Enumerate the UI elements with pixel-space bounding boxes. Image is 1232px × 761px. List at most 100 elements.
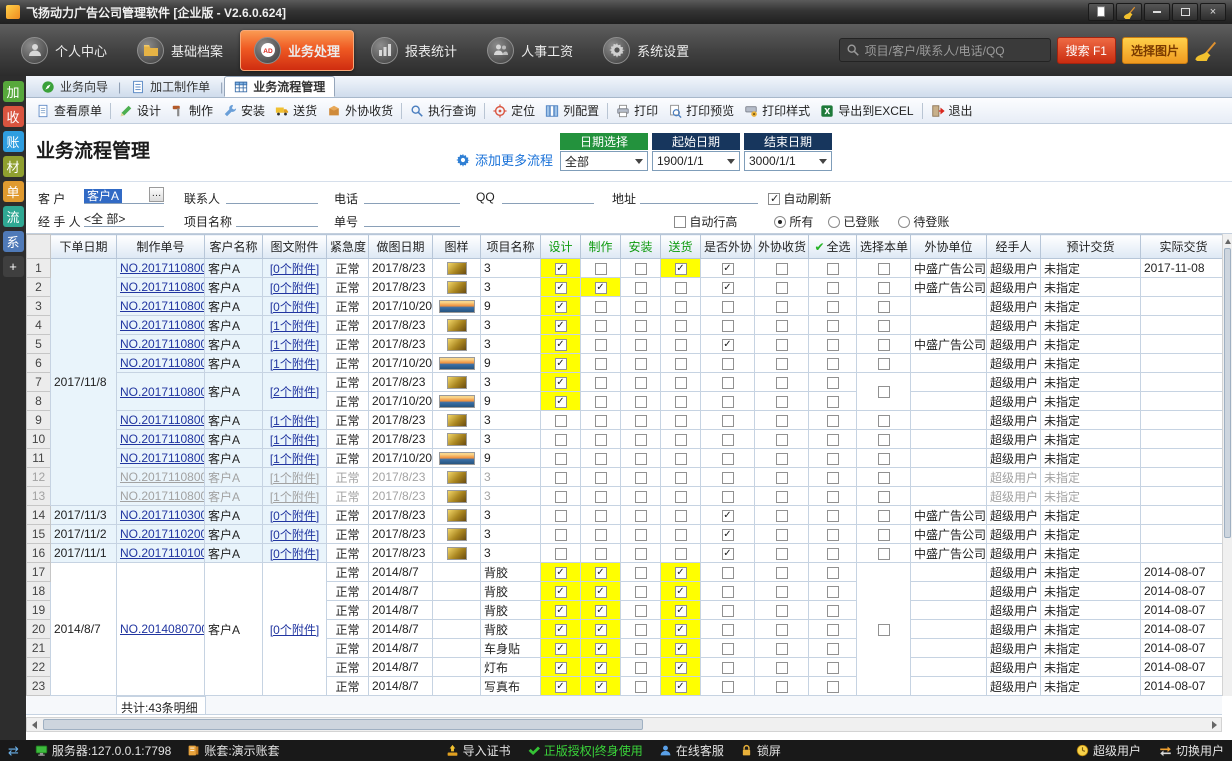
checkbox-deliver[interactable]: [675, 282, 687, 294]
table-row[interactable]: 4NO.201711080009客户A[1个附件]正常2017/8/233✓超级…: [27, 316, 1223, 335]
radio-pending[interactable]: 待登账: [898, 213, 949, 230]
radio-posted-button[interactable]: [828, 216, 840, 228]
order-link[interactable]: NO.201711080004: [120, 432, 205, 446]
checkbox-selone[interactable]: [878, 491, 890, 503]
checkbox-selone[interactable]: [878, 434, 890, 446]
checkbox-install[interactable]: [635, 282, 647, 294]
attachment-link[interactable]: [2个附件]: [270, 385, 319, 399]
toolbar-button-deliver[interactable]: 送货: [270, 100, 322, 121]
checkbox-design[interactable]: ✓: [555, 662, 567, 674]
close-button[interactable]: ×: [1200, 3, 1226, 21]
checkbox-design[interactable]: ✓: [555, 681, 567, 693]
checkbox-deliver[interactable]: [675, 434, 687, 446]
nav-item-system-settings[interactable]: 系统设置: [590, 31, 702, 70]
checkbox-deliver[interactable]: [675, 472, 687, 484]
checkbox-make[interactable]: [595, 529, 607, 541]
checkbox-outrecv[interactable]: [776, 377, 788, 389]
checkbox-design[interactable]: ✓: [555, 396, 567, 408]
col-header-selall[interactable]: ✔全选: [809, 235, 857, 259]
checkbox-make[interactable]: [595, 491, 607, 503]
table-row[interactable]: 12NO.201711080002客户A[1个附件]正常2017/8/233超级…: [27, 468, 1223, 487]
attachment-link[interactable]: [0个附件]: [270, 547, 319, 561]
checkbox-selall[interactable]: [827, 586, 839, 598]
checkbox-install[interactable]: [635, 586, 647, 598]
lock-screen-button[interactable]: 锁屏: [740, 742, 781, 759]
checkbox-deliver[interactable]: [675, 415, 687, 427]
checkbox-outsrc[interactable]: [722, 320, 734, 332]
checkbox-outrecv[interactable]: [776, 681, 788, 693]
col-header-install[interactable]: 安装: [621, 235, 661, 259]
checkbox-deliver[interactable]: ✓: [675, 586, 687, 598]
checkbox-selall[interactable]: [827, 434, 839, 446]
checkbox-design[interactable]: ✓: [555, 282, 567, 294]
add-flow-link[interactable]: 添加更多流程: [456, 150, 553, 169]
checkbox-outsrc[interactable]: [722, 567, 734, 579]
checkbox-design[interactable]: ✓: [555, 605, 567, 617]
checkbox-install[interactable]: [635, 358, 647, 370]
checkbox-selall[interactable]: [827, 643, 839, 655]
checkbox-selone[interactable]: [878, 548, 890, 560]
checkbox-install[interactable]: [635, 301, 647, 313]
checkbox-make[interactable]: [595, 434, 607, 446]
col-header-handler[interactable]: 经手人: [987, 235, 1041, 259]
checkbox-outsrc[interactable]: [722, 586, 734, 598]
checkbox-selone[interactable]: [878, 263, 890, 275]
checkbox-make[interactable]: [595, 510, 607, 522]
checkbox-design[interactable]: ✓: [555, 320, 567, 332]
table-row[interactable]: 12017/11/8NO.201711080012客户A[0个附件]正常2017…: [27, 259, 1223, 278]
attachment-link[interactable]: [1个附件]: [270, 357, 319, 371]
checkbox-outrecv[interactable]: [776, 510, 788, 522]
attachment-link[interactable]: [1个附件]: [270, 433, 319, 447]
checkbox-deliver[interactable]: [675, 320, 687, 332]
checkbox-install[interactable]: [635, 320, 647, 332]
sidebar-item-add[interactable]: 加: [3, 81, 24, 102]
toolbar-button-execute-query[interactable]: 执行查询: [405, 100, 481, 121]
end-date-select[interactable]: 3000/1/1: [744, 151, 832, 171]
checkbox-design[interactable]: [555, 548, 567, 560]
checkbox-deliver[interactable]: [675, 377, 687, 389]
toolbar-button-outsource-receive[interactable]: 外协收货: [322, 100, 398, 121]
checkbox-selone[interactable]: [878, 339, 890, 351]
copy-icon[interactable]: [1088, 3, 1114, 21]
checkbox-make[interactable]: ✓: [595, 282, 607, 294]
checkbox-selall[interactable]: [827, 472, 839, 484]
checkbox-install[interactable]: [635, 643, 647, 655]
checkbox-design[interactable]: ✓: [555, 624, 567, 636]
col-header-no[interactable]: 制作单号: [117, 235, 205, 259]
attachment-link[interactable]: [1个附件]: [270, 414, 319, 428]
checkbox-deliver[interactable]: [675, 453, 687, 465]
checkbox-deliver[interactable]: [675, 548, 687, 560]
col-header-date[interactable]: 下单日期: [51, 235, 117, 259]
checkbox-outrecv[interactable]: [776, 662, 788, 674]
checkbox-outsrc[interactable]: [722, 605, 734, 617]
order-link[interactable]: NO.201711080008: [120, 337, 205, 351]
order-link[interactable]: NO.201711080006: [120, 385, 205, 399]
checkbox-selall[interactable]: [827, 624, 839, 636]
checkbox-install[interactable]: [635, 472, 647, 484]
toolbar-button-export-excel[interactable]: 导出到EXCEL: [815, 100, 918, 121]
checkbox-design[interactable]: [555, 415, 567, 427]
checkbox-design[interactable]: ✓: [555, 586, 567, 598]
col-header-outsrc[interactable]: 是否外协: [701, 235, 755, 259]
minimize-button[interactable]: [1144, 3, 1170, 21]
checkbox-outrecv[interactable]: [776, 624, 788, 636]
checkbox-deliver[interactable]: ✓: [675, 662, 687, 674]
checkbox-outsrc[interactable]: [722, 453, 734, 465]
checkbox-make[interactable]: ✓: [595, 662, 607, 674]
checkbox-outrecv[interactable]: [776, 586, 788, 598]
checkbox-make[interactable]: [595, 377, 607, 389]
checkbox-outsrc[interactable]: [722, 358, 734, 370]
h-scrollbar[interactable]: [26, 717, 1222, 732]
order-link[interactable]: NO.201711010001: [120, 546, 205, 560]
checkbox-outsrc[interactable]: [722, 472, 734, 484]
attachment-link[interactable]: [0个附件]: [270, 300, 319, 314]
checkbox-outsrc[interactable]: ✓: [722, 263, 734, 275]
checkbox-outsrc[interactable]: [722, 662, 734, 674]
checkbox-make[interactable]: ✓: [595, 624, 607, 636]
checkbox-selone[interactable]: [878, 453, 890, 465]
date-range-select[interactable]: 全部: [560, 151, 648, 171]
checkbox-design[interactable]: ✓: [555, 377, 567, 389]
col-header-cust[interactable]: 客户名称: [205, 235, 263, 259]
checkbox-design[interactable]: [555, 510, 567, 522]
checkbox-deliver[interactable]: [675, 510, 687, 522]
